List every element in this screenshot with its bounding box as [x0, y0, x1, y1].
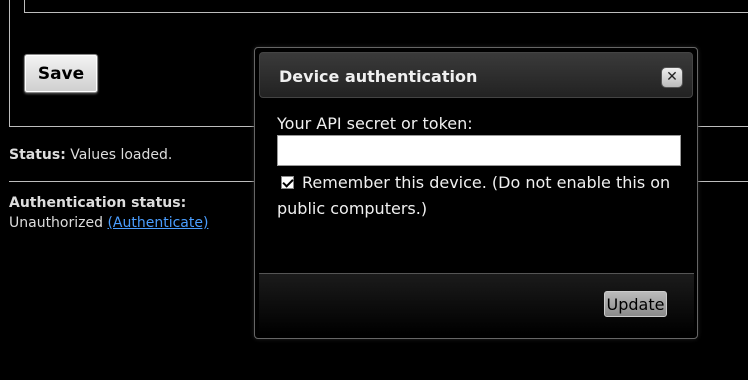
auth-status-label: Authentication status: — [9, 195, 187, 211]
device-auth-dialog: Device authentication ✕ Your API secret … — [254, 47, 698, 339]
status-label: Status: — [9, 147, 66, 163]
auth-status-value: Unauthorized — [9, 215, 103, 231]
token-input[interactable] — [277, 135, 681, 166]
save-button[interactable]: Save — [24, 54, 98, 93]
authenticate-link[interactable]: (Authenticate) — [107, 215, 208, 231]
dialog-titlebar: Device authentication ✕ — [259, 52, 693, 98]
remember-checkbox[interactable] — [281, 176, 294, 189]
status-value: Values loaded. — [70, 147, 173, 163]
settings-textarea[interactable] — [24, 0, 748, 13]
update-button[interactable]: Update — [604, 291, 667, 317]
close-icon[interactable]: ✕ — [661, 67, 683, 88]
auth-status-row: Unauthorized (Authenticate) — [9, 215, 208, 231]
remember-device-row[interactable]: Remember this device. (Do not enable thi… — [277, 170, 687, 222]
remember-label: Remember this device. (Do not enable thi… — [277, 173, 671, 218]
dialog-title: Device authentication — [279, 67, 478, 86]
status-line: Status: Values loaded. — [9, 147, 172, 163]
token-field-label: Your API secret or token: — [277, 114, 473, 133]
